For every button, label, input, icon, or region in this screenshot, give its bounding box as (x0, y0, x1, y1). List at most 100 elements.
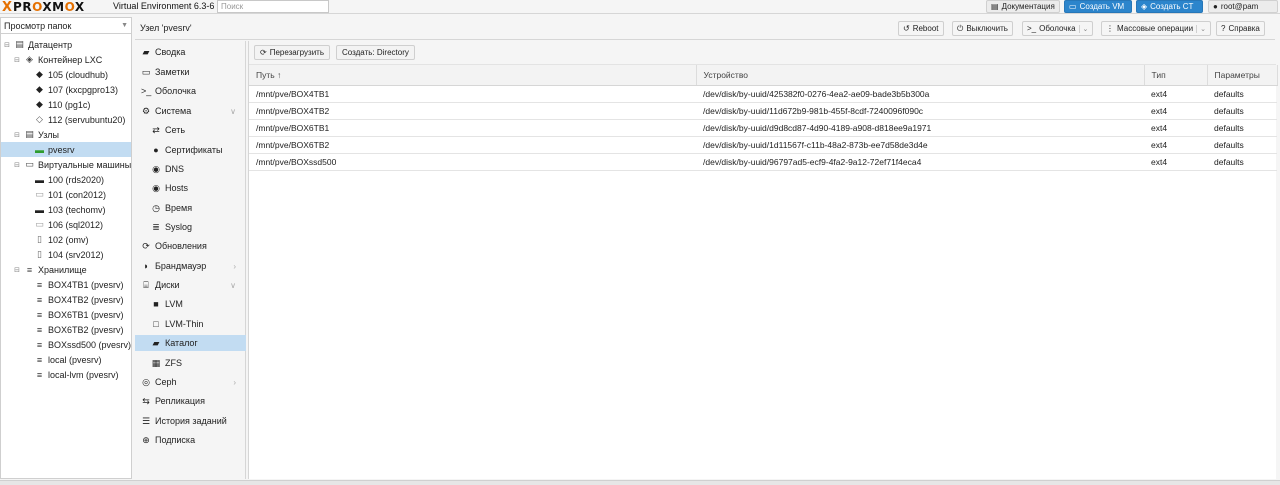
menu-item[interactable]: ◉ DNS (135, 161, 246, 177)
collapse-toggle-icon[interactable]: ⊟ (13, 131, 21, 139)
storage-icon: ≡ (36, 309, 43, 320)
chevron-icon[interactable]: ∨ (230, 281, 236, 290)
menu-item[interactable]: ▦ ZFS (135, 355, 246, 371)
shutdown-button[interactable]: ⏻ Выключить (952, 21, 1013, 36)
menu-item[interactable]: ☰ История заданий (135, 413, 246, 429)
tree-item[interactable]: ▬ pvesrv (1, 142, 131, 157)
menu-item[interactable]: ≣ Syslog (135, 219, 246, 235)
node-online-icon: ▬ (35, 144, 44, 155)
tree-item[interactable]: ≡ local (pvesrv) (1, 352, 131, 367)
reboot-label: Reboot (912, 24, 939, 33)
menu-item[interactable]: ■ LVM (135, 296, 246, 312)
chevron-icon[interactable]: ∨ (230, 107, 236, 116)
collapse-toggle-icon[interactable]: ⊟ (13, 161, 21, 169)
chevron-icon[interactable]: › (233, 378, 236, 387)
tree-item[interactable]: ◆ 107 (kxcpgpro13) (1, 82, 131, 97)
column-header-device[interactable]: Устройство (696, 65, 1145, 86)
user-label: root@pam (1220, 2, 1259, 11)
collapse-toggle-icon[interactable]: ⊟ (13, 266, 21, 274)
menu-item[interactable]: □ LVM-Thin (135, 316, 246, 332)
terminal-icon: >_ (1027, 24, 1037, 33)
tree-item[interactable]: ≡ BOXssd500 (pvesrv) (1, 337, 131, 352)
menu-item[interactable]: ◉ Hosts (135, 180, 246, 196)
table-row[interactable]: /mnt/pve/BOX6TB1/dev/disk/by-uuid/d9d8cd… (249, 119, 1277, 137)
refresh-icon: ⟳ (260, 48, 267, 57)
help-button[interactable]: ? Справка (1216, 21, 1265, 36)
tree-item[interactable]: ▭ 106 (sql2012) (1, 217, 131, 232)
create-ct-button[interactable]: ◈ Создать CT (1136, 0, 1203, 13)
documentation-button[interactable]: ▤ Документация (986, 0, 1060, 13)
help-label: Справка (1228, 24, 1260, 33)
table-row[interactable]: /mnt/pve/BOXssd500/dev/disk/by-uuid/9679… (249, 153, 1277, 171)
tree-item[interactable]: ◆ 110 (pg1c) (1, 97, 131, 112)
tree-item[interactable]: ≡ BOX4TB1 (pvesrv) (1, 277, 131, 292)
tree-item[interactable]: ⊟ ▤ Узлы (1, 127, 131, 142)
menu-item[interactable]: ● Сертификаты (135, 142, 246, 158)
create-ct-label: Создать CT (1150, 2, 1194, 11)
menu-item[interactable]: ▰ Сводка (135, 44, 246, 60)
table-row[interactable]: /mnt/pve/BOX4TB1/dev/disk/by-uuid/425382… (249, 85, 1277, 103)
bottom-log-bar[interactable] (0, 480, 1280, 485)
tree-item-label: 100 (rds2020) (48, 174, 105, 185)
tree-item[interactable]: ▯ 102 (omv) (1, 232, 131, 247)
bulk-actions-button[interactable]: ⋮ Массовые операции ⌄ (1101, 21, 1211, 36)
tree-item[interactable]: ≡ BOX4TB2 (pvesrv) (1, 292, 131, 307)
view-select-value: Просмотр папок (4, 20, 72, 31)
menu-item-label: История заданий (155, 416, 227, 426)
column-header-type[interactable]: Тип (1144, 65, 1208, 86)
menu-item[interactable]: ⚙ Система ∨ (135, 103, 246, 119)
menu-item[interactable]: ◗ Брандмауэр › (135, 258, 246, 274)
vm-stopped-icon: ▭ (35, 219, 44, 229)
menu-item[interactable]: ◎ Ceph › (135, 374, 246, 390)
collapse-toggle-icon[interactable]: ⊟ (13, 56, 21, 64)
menu-item[interactable]: ◷ Время (135, 200, 246, 216)
tree-item[interactable]: ◆ 105 (cloudhub) (1, 67, 131, 82)
menu-item[interactable]: ⇄ Сеть (135, 122, 246, 138)
tree-item[interactable]: ▭ 101 (con2012) (1, 187, 131, 202)
menu-item[interactable]: ▭ Заметки (135, 64, 246, 80)
reload-button[interactable]: ⟳ Перезагрузить (254, 45, 330, 60)
create-directory-button[interactable]: Создать: Directory (336, 45, 415, 60)
tree-item[interactable]: ▬ 100 (rds2020) (1, 172, 131, 187)
tree-item[interactable]: ◇ 112 (servubuntu20) (1, 112, 131, 127)
menu-item[interactable]: ⊕ Подписка (135, 432, 246, 448)
collapse-toggle-icon[interactable]: ⊟ (3, 41, 11, 49)
table-row[interactable]: /mnt/pve/BOX4TB2/dev/disk/by-uuid/11d672… (249, 102, 1277, 120)
version-label: Virtual Environment 6.3-6 (113, 1, 215, 11)
tree-item-label: BOX4TB1 (pvesrv) (48, 279, 124, 290)
tree-item[interactable]: ⊟ ≡ Хранилище (1, 262, 131, 277)
user-menu-button[interactable]: ● root@pam (1208, 0, 1278, 13)
proxmox-logo[interactable]: X PROXMOX (2, 0, 85, 14)
column-header-path[interactable]: Путь ↑ (249, 65, 697, 86)
menu-item-label: Ceph (155, 377, 177, 387)
directory-toolbar: ⟳ Перезагрузить Создать: Directory (249, 41, 1276, 65)
tree-item[interactable]: ⊟ ▤ Датацентр (1, 37, 131, 52)
tree-item[interactable]: ⊟ ◈ Контейнер LXC (1, 52, 131, 67)
table-row[interactable]: /mnt/pve/BOX6TB2/dev/disk/by-uuid/1d1156… (249, 136, 1277, 154)
view-select[interactable]: Просмотр папок ▼ (1, 18, 131, 34)
tree-item[interactable]: ≡ local-lvm (pvesrv) (1, 367, 131, 382)
search-input[interactable]: Поиск (217, 0, 329, 13)
tree-item[interactable]: ≡ BOX6TB1 (pvesrv) (1, 307, 131, 322)
terminal-icon: >_ (141, 86, 152, 96)
tree-item[interactable]: ≡ BOX6TB2 (pvesrv) (1, 322, 131, 337)
tree-item[interactable]: ▬ 103 (techomv) (1, 202, 131, 217)
cogs-icon: ⚙ (141, 105, 151, 116)
menu-item[interactable]: >_ Оболочка (135, 83, 246, 99)
menu-item[interactable]: ⇆ Репликация (135, 393, 246, 409)
bulk-actions-label: Массовые операции (1117, 24, 1194, 33)
directory-table: Путь ↑ Устройство Тип Параметры /mnt/pve… (249, 65, 1278, 171)
reboot-button[interactable]: ↺ Reboot (898, 21, 944, 36)
menu-item[interactable]: ▰ Каталог (135, 335, 246, 351)
create-vm-button[interactable]: ▭ Создать VM (1064, 0, 1132, 13)
menu-item-label: DNS (165, 164, 185, 174)
menu-item[interactable]: ⟳ Обновления (135, 238, 246, 254)
container-group-icon: ◈ (26, 54, 33, 64)
menu-item[interactable]: ⌸ Диски ∨ (135, 277, 246, 293)
tree-item[interactable]: ▯ 104 (srv2012) (1, 247, 131, 262)
chevron-icon[interactable]: › (233, 262, 236, 271)
column-header-options[interactable]: Параметры (1207, 65, 1278, 86)
menu-item-label: Сеть (165, 125, 186, 135)
shell-button[interactable]: >_ Оболочка ⌄ (1022, 21, 1094, 36)
tree-item[interactable]: ⊟ ▭ Виртуальные машины ( (1, 157, 131, 172)
